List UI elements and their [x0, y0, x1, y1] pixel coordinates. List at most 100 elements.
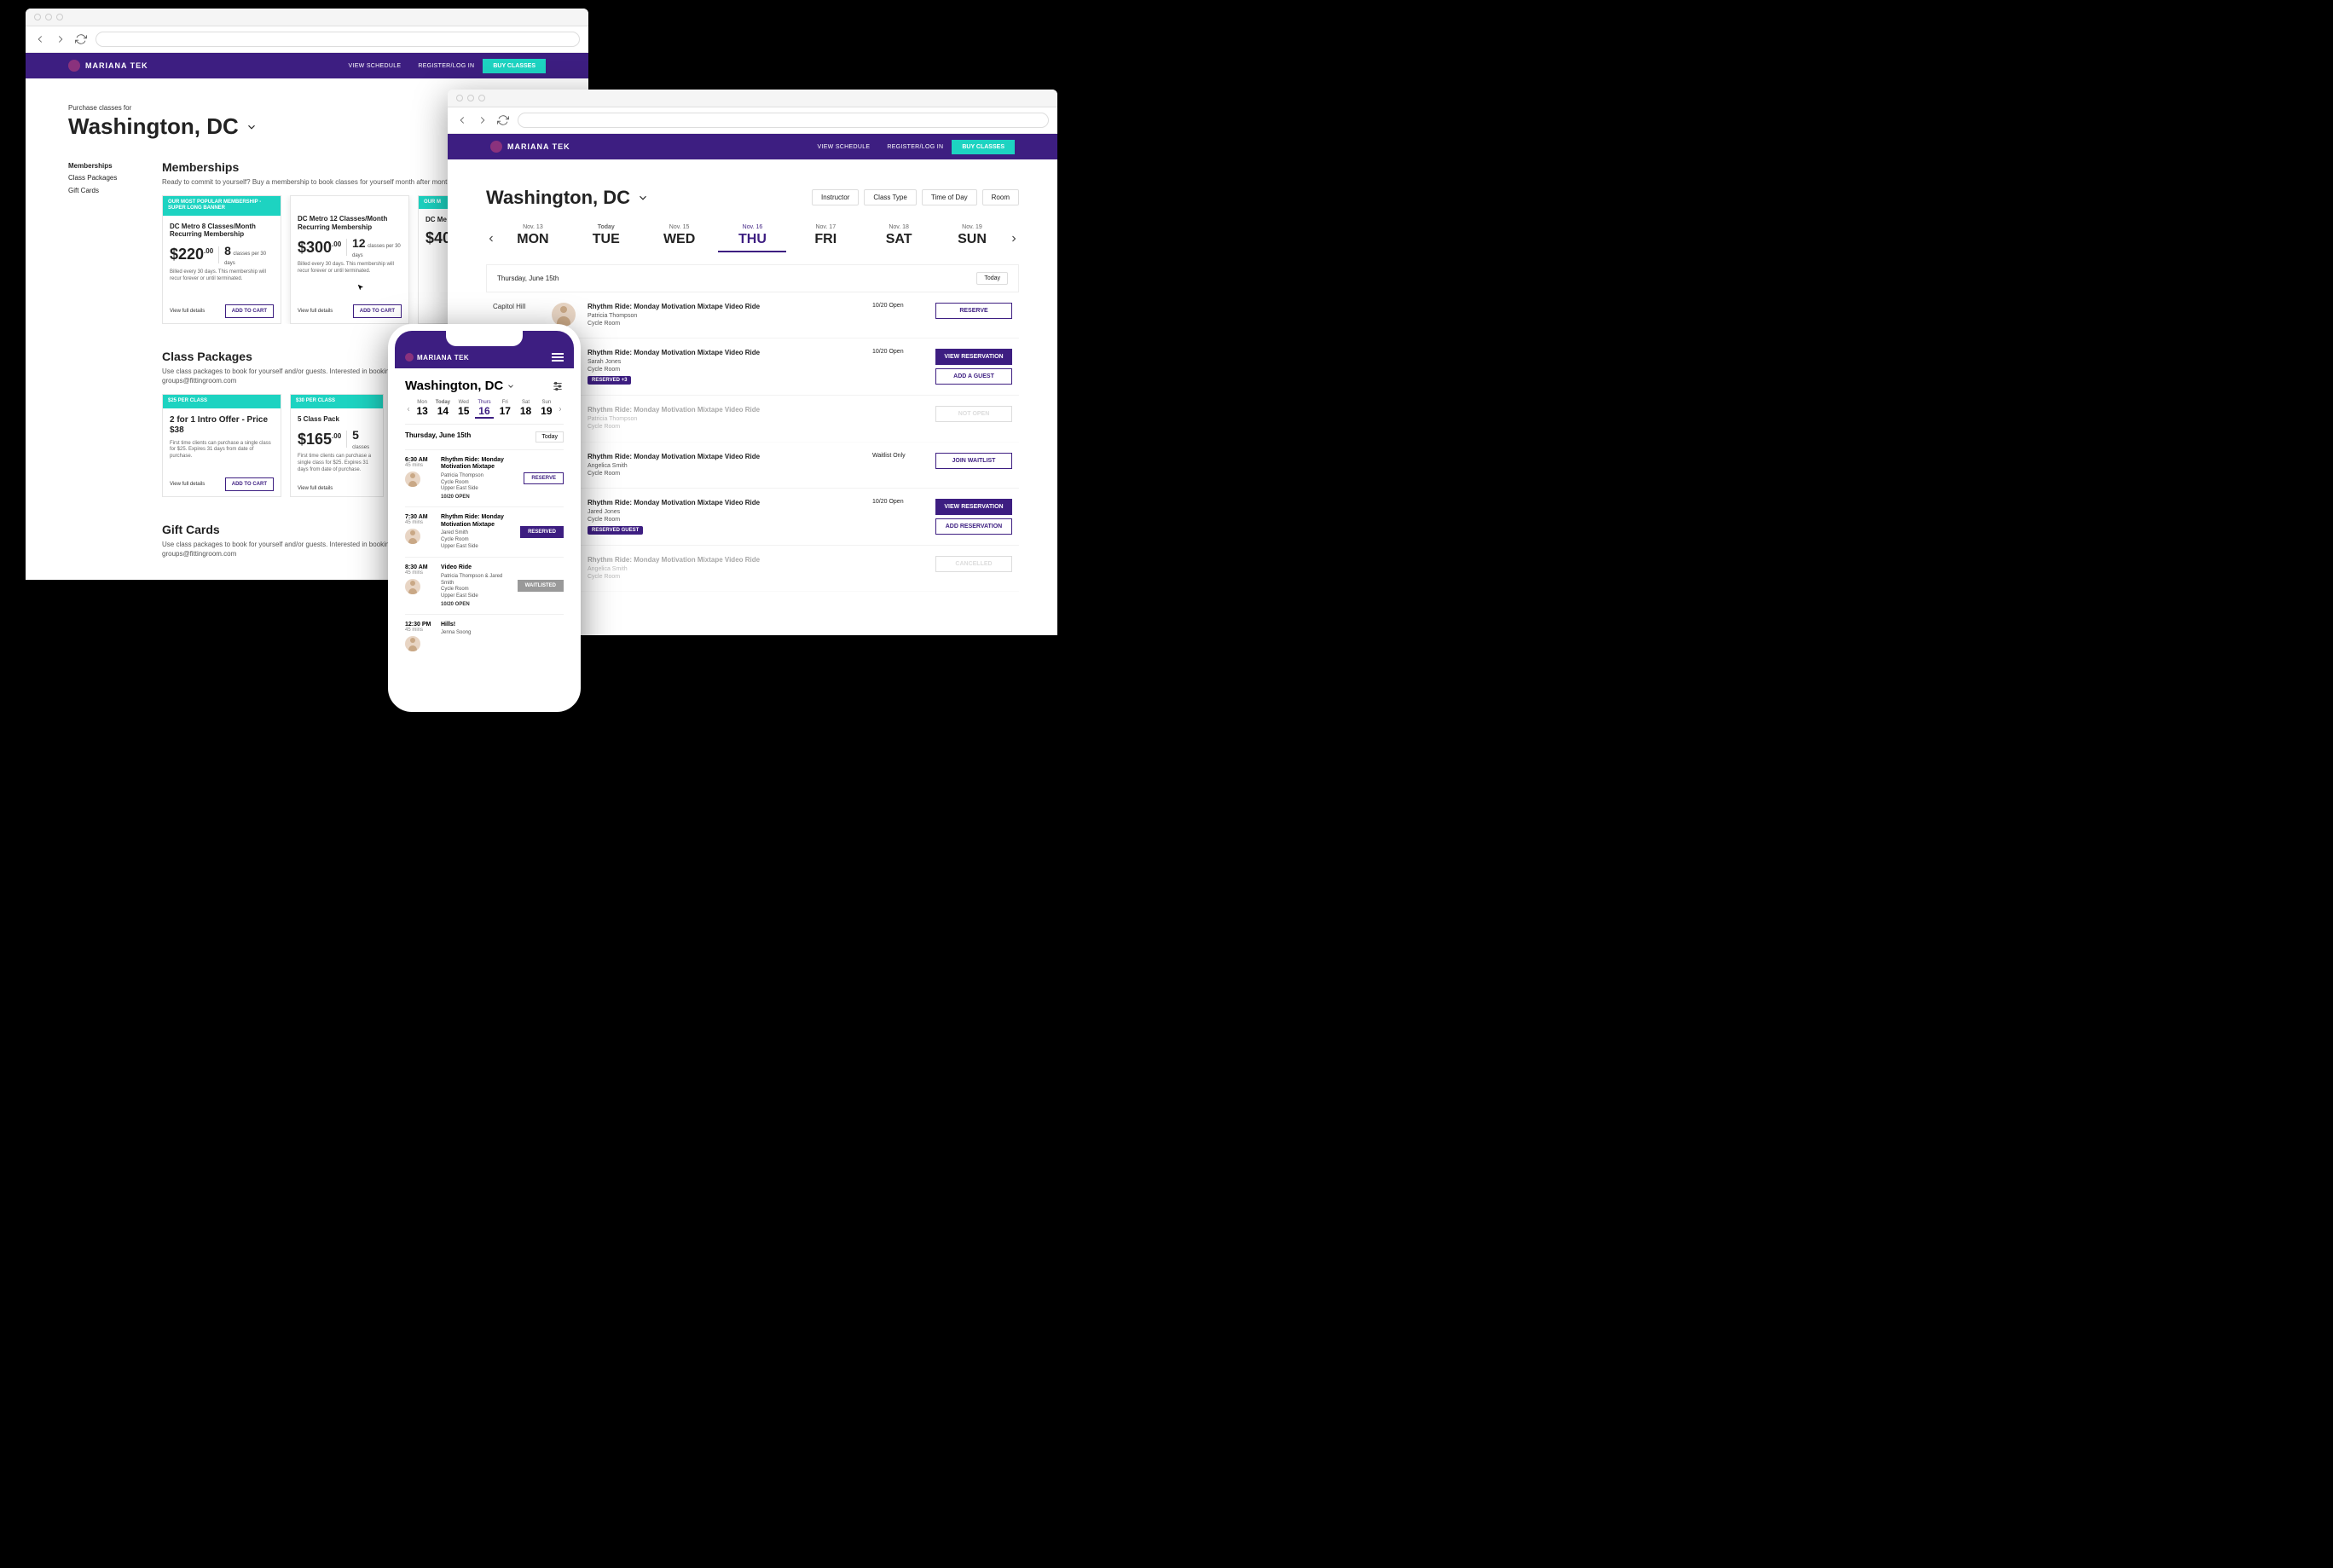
- day-tab[interactable]: Sat 18: [517, 400, 535, 419]
- day-tab[interactable]: Nov. 15 WED: [645, 224, 714, 252]
- forward-icon[interactable]: [477, 114, 489, 126]
- class-action-button[interactable]: RESERVE: [935, 303, 1012, 319]
- instructor-name: Angelica Smith: [588, 565, 860, 573]
- location-selector[interactable]: Washington, DC: [486, 187, 649, 209]
- location-name: Washington, DC: [405, 379, 503, 393]
- add-to-cart-button[interactable]: ADD TO CART: [353, 304, 402, 318]
- day-tab[interactable]: Mon 13: [413, 400, 431, 419]
- class-status: 10/20 Open: [872, 303, 923, 309]
- class-action-button[interactable]: ADD A GUEST: [935, 368, 1012, 385]
- class-action-button[interactable]: RESERVED: [520, 526, 564, 538]
- class-action-button[interactable]: JOIN WAITLIST: [935, 453, 1012, 469]
- instructor-avatar: [405, 579, 420, 594]
- next-icon[interactable]: [557, 406, 564, 413]
- brand-icon: [68, 60, 80, 72]
- instructor-name: Jenna Soong: [441, 630, 564, 637]
- class-title: Rhythm Ride: Monday Motivation Mixtape V…: [588, 453, 860, 460]
- brand[interactable]: MARIANA TEK: [405, 353, 469, 362]
- class-action-button[interactable]: ADD RESERVATION: [935, 518, 1012, 535]
- location-selector[interactable]: Washington, DC: [405, 379, 515, 393]
- filter-icon[interactable]: [552, 380, 564, 392]
- day-date: 17: [495, 405, 514, 417]
- class-action-button[interactable]: NOT OPEN: [935, 406, 1012, 422]
- back-icon[interactable]: [456, 114, 468, 126]
- back-icon[interactable]: [34, 33, 46, 45]
- day-tab[interactable]: Today 14: [433, 400, 452, 419]
- day-tab[interactable]: Nov. 19 SUN: [938, 224, 1006, 252]
- filter-time-of-day[interactable]: Time of Day: [922, 189, 977, 205]
- brand[interactable]: MARIANA TEK: [68, 60, 148, 72]
- day-tab[interactable]: Thurs 16: [475, 400, 494, 419]
- instructor-name: Angelica Smith: [588, 462, 860, 470]
- url-bar[interactable]: [518, 113, 1049, 128]
- class-time: 8:30 AM: [405, 564, 434, 570]
- sidebar-gift-cards[interactable]: Gift Cards: [68, 185, 136, 197]
- day-tab[interactable]: Nov. 18 SAT: [865, 224, 933, 252]
- refresh-icon[interactable]: [75, 33, 87, 45]
- class-room: Cycle Room: [588, 366, 860, 373]
- sidebar-memberships[interactable]: Memberships: [68, 160, 136, 172]
- day-name: SAT: [865, 232, 933, 247]
- day-date: Nov. 13: [499, 224, 567, 230]
- card-banner: OUR MOST POPULAR MEMBERSHIP - SUPER LONG…: [163, 196, 281, 215]
- sidebar-class-packages[interactable]: Class Packages: [68, 172, 136, 184]
- day-tab[interactable]: Nov. 16 THU: [718, 224, 786, 252]
- card-price: $300.00: [298, 239, 341, 257]
- class-status: 10/20 Open: [872, 349, 923, 355]
- today-button[interactable]: Today: [976, 272, 1008, 285]
- next-week-icon[interactable]: [1009, 234, 1019, 244]
- prev-week-icon[interactable]: [486, 234, 496, 244]
- add-to-cart-button[interactable]: ADD TO CART: [225, 304, 274, 318]
- chevron-down-icon: [637, 192, 649, 204]
- day-tab[interactable]: Wed 15: [454, 400, 473, 419]
- view-details-link[interactable]: View full details: [298, 309, 333, 314]
- class-action-button[interactable]: CANCELLED: [935, 556, 1012, 572]
- day-name: WED: [645, 232, 714, 247]
- nav-login[interactable]: REGISTER/LOG IN: [878, 144, 952, 150]
- day-tab[interactable]: Sun 19: [537, 400, 556, 419]
- url-bar[interactable]: [96, 32, 580, 47]
- filter-instructor[interactable]: Instructor: [812, 189, 859, 205]
- location-name: Washington, DC: [486, 187, 630, 209]
- class-action-button[interactable]: VIEW RESERVATION: [935, 499, 1012, 515]
- class-area: Upper East Side: [441, 593, 511, 600]
- nav-schedule[interactable]: VIEW SCHEDULE: [340, 63, 410, 69]
- day-tab[interactable]: Nov. 13 MON: [499, 224, 567, 252]
- day-date: Today: [572, 224, 640, 230]
- day-tab[interactable]: Fri 17: [495, 400, 514, 419]
- day-tab[interactable]: Nov. 17 FRI: [791, 224, 860, 252]
- menu-icon[interactable]: [552, 353, 564, 362]
- brand[interactable]: MARIANA TEK: [490, 141, 570, 153]
- instructor-name: Patricia Thompson: [588, 415, 860, 423]
- class-action-button[interactable]: VIEW RESERVATION: [935, 349, 1012, 365]
- instructor-name: Patricia Thompson: [588, 312, 860, 320]
- forward-icon[interactable]: [55, 33, 67, 45]
- filter-room[interactable]: Room: [982, 189, 1019, 205]
- today-button[interactable]: Today: [535, 431, 564, 443]
- nav-buy-button[interactable]: BUY CLASSES: [952, 140, 1015, 154]
- day-date: Nov. 19: [938, 224, 1006, 230]
- add-to-cart-button[interactable]: ADD TO CART: [225, 477, 274, 491]
- day-tab[interactable]: Today TUE: [572, 224, 640, 252]
- browser-nav: [448, 107, 1057, 134]
- nav-login[interactable]: REGISTER/LOG IN: [409, 63, 483, 69]
- view-details-link[interactable]: View full details: [170, 309, 205, 314]
- prev-icon[interactable]: [405, 406, 412, 413]
- class-location: Capitol Hill: [493, 303, 540, 310]
- class-action-button[interactable]: WAITLISTED: [518, 580, 564, 592]
- instructor-avatar: [405, 636, 420, 651]
- traffic-lights: [34, 14, 63, 20]
- membership-card: OUR MOST POPULAR MEMBERSHIP - SUPER LONG…: [162, 195, 281, 324]
- refresh-icon[interactable]: [497, 114, 509, 126]
- nav-schedule[interactable]: VIEW SCHEDULE: [809, 144, 879, 150]
- view-details-link[interactable]: View full details: [170, 482, 205, 487]
- class-duration: 45 mins: [405, 628, 434, 633]
- nav-buy-button[interactable]: BUY CLASSES: [483, 59, 546, 73]
- filter-class-type[interactable]: Class Type: [864, 189, 916, 205]
- class-action-button[interactable]: RESERVE: [524, 472, 564, 484]
- card-fine: First time clients can purchase a single…: [298, 454, 376, 473]
- day-selector: Nov. 13 MON Today TUE Nov. 15 WED Nov. 1…: [486, 224, 1019, 252]
- card-title: 5 Class Pack: [298, 415, 376, 424]
- class-time: 12:30 PM: [405, 622, 434, 628]
- view-details-link[interactable]: View full details: [298, 486, 333, 491]
